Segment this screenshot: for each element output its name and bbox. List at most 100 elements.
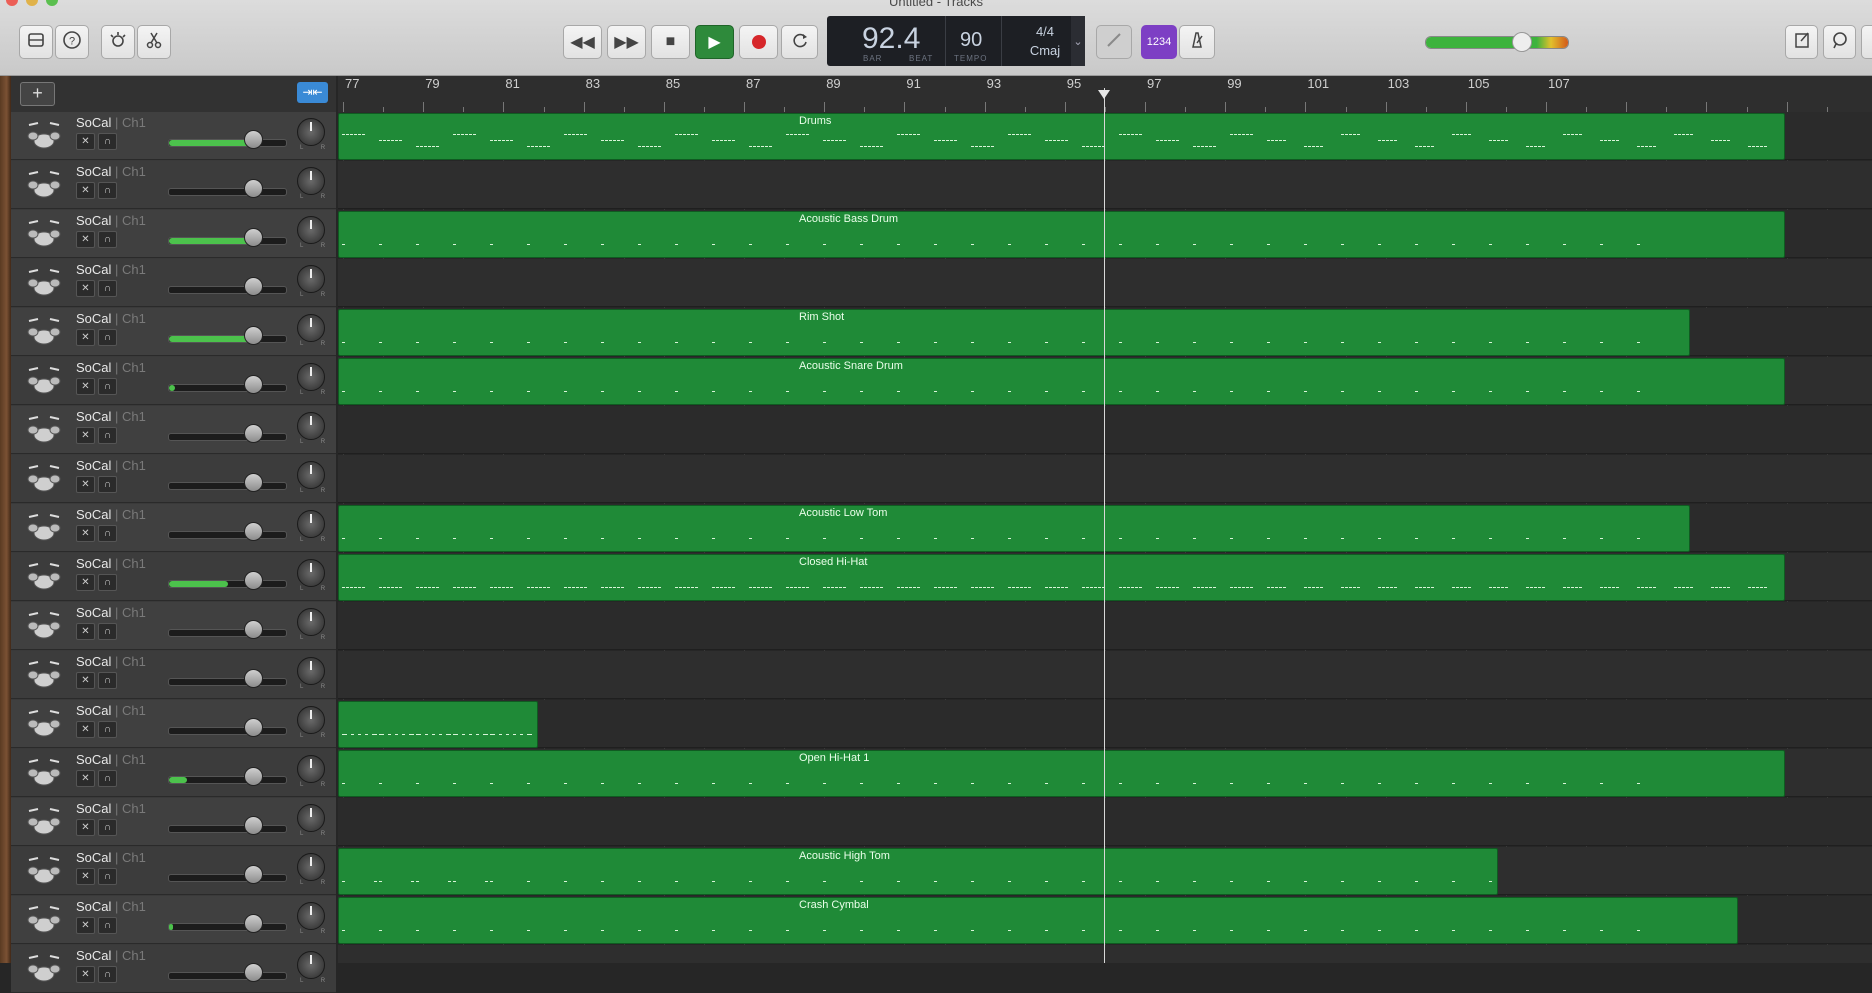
track-name[interactable]: SoCal | Ch1	[76, 213, 146, 228]
track-name[interactable]: SoCal | Ch1	[76, 948, 146, 963]
track-pan-knob[interactable]	[297, 167, 325, 195]
master-volume-slider[interactable]	[1425, 36, 1569, 49]
track-name[interactable]: SoCal | Ch1	[76, 458, 146, 473]
lcd-display[interactable]: 92.4 BAR BEAT 90 TEMPO 4/4 Cmaj	[827, 16, 1085, 66]
catch-playhead-button[interactable]: ⇥⇤	[297, 82, 328, 103]
track-name[interactable]: SoCal | Ch1	[76, 752, 146, 767]
solo-button[interactable]: ∩	[98, 525, 117, 542]
track-volume-slider[interactable]	[168, 580, 287, 588]
track-volume-slider[interactable]	[168, 335, 287, 343]
solo-button[interactable]: ∩	[98, 966, 117, 983]
mute-button[interactable]: ✕	[76, 917, 95, 934]
track-lane[interactable]	[338, 161, 1872, 209]
track-name[interactable]: SoCal | Ch1	[76, 654, 146, 669]
track-header[interactable]: SoCal | Ch1 ✕ ∩ L R	[11, 602, 336, 650]
track-header[interactable]: SoCal | Ch1 ✕ ∩ L R	[11, 700, 336, 748]
track-pan-knob[interactable]	[297, 951, 325, 979]
track-pan-knob[interactable]	[297, 559, 325, 587]
solo-button[interactable]: ∩	[98, 574, 117, 591]
track-pan-knob[interactable]	[297, 902, 325, 930]
browsers-button[interactable]	[1861, 25, 1872, 59]
stop-button[interactable]: ■	[651, 25, 690, 59]
mute-button[interactable]: ✕	[76, 672, 95, 689]
track-pan-knob[interactable]	[297, 118, 325, 146]
track-volume-slider[interactable]	[168, 874, 287, 882]
track-pan-knob[interactable]	[297, 216, 325, 244]
solo-button[interactable]: ∩	[98, 427, 117, 444]
solo-button[interactable]: ∩	[98, 133, 117, 150]
track-pan-knob[interactable]	[297, 461, 325, 489]
track-header[interactable]: SoCal | Ch1 ✕ ∩ L R	[11, 651, 336, 699]
solo-button[interactable]: ∩	[98, 672, 117, 689]
mute-button[interactable]: ✕	[76, 525, 95, 542]
track-volume-slider[interactable]	[168, 972, 287, 980]
midi-region[interactable]: Acoustic Snare Drum	[338, 358, 1785, 405]
mute-button[interactable]: ✕	[76, 378, 95, 395]
track-volume-slider[interactable]	[168, 482, 287, 490]
add-track-button[interactable]: +	[20, 82, 55, 106]
mute-button[interactable]: ✕	[76, 819, 95, 836]
track-header[interactable]: SoCal | Ch1 ✕ ∩ L R	[11, 847, 336, 895]
solo-button[interactable]: ∩	[98, 721, 117, 738]
track-name[interactable]: SoCal | Ch1	[76, 703, 146, 718]
track-lane[interactable]	[338, 651, 1872, 699]
track-name[interactable]: SoCal | Ch1	[76, 556, 146, 571]
track-lane[interactable]	[338, 602, 1872, 650]
track-volume-slider[interactable]	[168, 433, 287, 441]
mute-button[interactable]: ✕	[76, 476, 95, 493]
metronome-button[interactable]	[1179, 25, 1215, 59]
track-header[interactable]: SoCal | Ch1 ✕ ∩ L R	[11, 357, 336, 405]
midi-region[interactable]: Acoustic Low Tom	[338, 505, 1690, 552]
mute-button[interactable]: ✕	[76, 721, 95, 738]
track-header[interactable]: SoCal | Ch1 ✕ ∩ L R	[11, 896, 336, 944]
track-name[interactable]: SoCal | Ch1	[76, 409, 146, 424]
track-name[interactable]: SoCal | Ch1	[76, 507, 146, 522]
track-name[interactable]: SoCal | Ch1	[76, 311, 146, 326]
count-in-button[interactable]: 1234	[1141, 25, 1177, 59]
solo-button[interactable]: ∩	[98, 819, 117, 836]
track-lane[interactable]	[338, 700, 1872, 748]
track-volume-slider[interactable]	[168, 727, 287, 735]
track-header[interactable]: SoCal | Ch1 ✕ ∩ L R	[11, 945, 336, 993]
track-volume-slider[interactable]	[168, 286, 287, 294]
track-name[interactable]: SoCal | Ch1	[76, 899, 146, 914]
track-lane[interactable]	[338, 798, 1872, 846]
track-header[interactable]: SoCal | Ch1 ✕ ∩ L R	[11, 112, 336, 160]
track-lane[interactable]	[338, 406, 1872, 454]
track-name[interactable]: SoCal | Ch1	[76, 164, 146, 179]
solo-button[interactable]: ∩	[98, 182, 117, 199]
track-name[interactable]: SoCal | Ch1	[76, 801, 146, 816]
track-volume-slider[interactable]	[168, 923, 287, 931]
tuner-button[interactable]	[1096, 25, 1132, 59]
track-name[interactable]: SoCal | Ch1	[76, 605, 146, 620]
track-volume-slider[interactable]	[168, 188, 287, 196]
notepad-button[interactable]	[1785, 25, 1818, 59]
track-header[interactable]: SoCal | Ch1 ✕ ∩ L R	[11, 553, 336, 601]
track-volume-slider[interactable]	[168, 629, 287, 637]
track-name[interactable]: SoCal | Ch1	[76, 262, 146, 277]
mute-button[interactable]: ✕	[76, 280, 95, 297]
midi-region[interactable]: Closed Hi-Hat	[338, 554, 1785, 601]
track-name[interactable]: SoCal | Ch1	[76, 115, 146, 130]
track-header[interactable]: SoCal | Ch1 ✕ ∩ L R	[11, 308, 336, 356]
track-header[interactable]: SoCal | Ch1 ✕ ∩ L R	[11, 161, 336, 209]
forward-button[interactable]: ▶▶	[607, 25, 646, 59]
mute-button[interactable]: ✕	[76, 182, 95, 199]
mute-button[interactable]: ✕	[76, 966, 95, 983]
mute-button[interactable]: ✕	[76, 868, 95, 885]
editors-button[interactable]	[137, 25, 171, 59]
midi-region[interactable]: Acoustic High Tom	[338, 848, 1498, 895]
mute-button[interactable]: ✕	[76, 770, 95, 787]
solo-button[interactable]: ∩	[98, 378, 117, 395]
track-pan-knob[interactable]	[297, 755, 325, 783]
midi-region[interactable]: Open Hi-Hat 1	[338, 750, 1785, 797]
track-name[interactable]: SoCal | Ch1	[76, 850, 146, 865]
arrange-area[interactable]: Drums Acoustic Bass Drum Rim Shot Acoustic …	[338, 112, 1872, 963]
track-pan-knob[interactable]	[297, 265, 325, 293]
mute-button[interactable]: ✕	[76, 623, 95, 640]
track-pan-knob[interactable]	[297, 510, 325, 538]
cycle-button[interactable]	[781, 25, 818, 59]
midi-region[interactable]: Drums	[338, 113, 1785, 160]
solo-button[interactable]: ∩	[98, 770, 117, 787]
midi-region[interactable]	[338, 701, 538, 748]
